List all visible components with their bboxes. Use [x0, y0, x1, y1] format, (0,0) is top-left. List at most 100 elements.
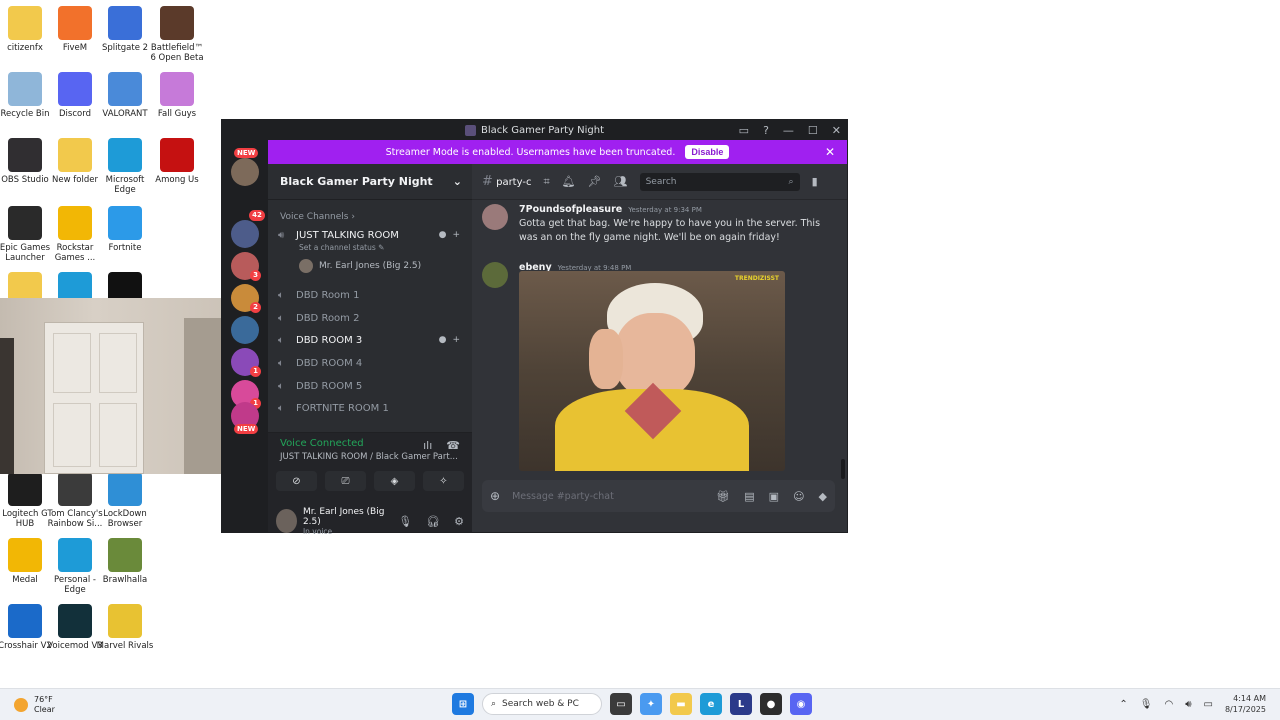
search-input[interactable]: Search ⌕ — [639, 172, 800, 191]
speaker-icon: 🔈︎ — [278, 380, 284, 392]
server-icon[interactable] — [231, 316, 259, 344]
copilot-icon[interactable]: ✦ — [640, 693, 662, 715]
desktop-shortcut[interactable]: Brawlhalla — [96, 538, 154, 585]
category-voice-channels[interactable]: Voice Channels › — [280, 212, 355, 222]
screen-share-icon[interactable]: ⎚ — [325, 471, 366, 491]
gif-icon[interactable]: ▤ — [744, 490, 754, 503]
volume-icon[interactable]: 🔊︎ — [1185, 699, 1191, 710]
minimize-button[interactable]: — — [783, 124, 794, 137]
channel-dbd-room-3[interactable]: 🔈︎ DBD ROOM 3 ● + — [278, 330, 464, 350]
clock[interactable]: 4:14 AM 8/17/2025 — [1225, 693, 1266, 715]
gif-attachment[interactable]: TRENDIZISST — [519, 271, 785, 471]
valorant-icon — [108, 72, 142, 106]
user-panel: Mr. Earl Jones (Big 2.5) In voice 🎙︎ 🎧︎ … — [268, 507, 472, 536]
members-icon[interactable]: 👥︎ — [614, 175, 628, 189]
channel-label: JUST TALKING ROOM — [296, 229, 399, 241]
streamer-mode-banner: Streamer Mode is enabled. Usernames have… — [268, 140, 847, 164]
discord-icon[interactable]: ◉ — [790, 693, 812, 715]
avatar[interactable] — [482, 204, 508, 230]
folder-icon — [58, 138, 92, 172]
channel-dbd-room-1[interactable]: 🔈︎ DBD Room 1 — [278, 285, 464, 305]
threads-icon[interactable]: ⌗ — [543, 175, 549, 189]
desktop-shortcut[interactable]: Marvel Rivals — [96, 604, 154, 651]
task-view-icon[interactable]: ▭ — [610, 693, 632, 715]
soundboard-icon[interactable]: ✧ — [423, 471, 464, 491]
desktop-shortcut[interactable]: Among Us — [148, 138, 206, 185]
close-banner-icon[interactable]: ✕ — [825, 145, 835, 159]
member-name: Mr. Earl Jones (Big 2.5) — [319, 261, 422, 271]
voice-status[interactable]: Voice Connected — [280, 438, 364, 449]
discord-icon — [58, 72, 92, 106]
message-author[interactable]: 7Poundsofpleasure — [519, 204, 622, 215]
wifi-icon[interactable]: ◠ — [1164, 699, 1173, 710]
disable-streamer-mode-button[interactable]: Disable — [685, 145, 730, 159]
close-window-button[interactable]: ✕ — [832, 124, 841, 137]
server-icon[interactable] — [231, 220, 259, 248]
activity-icon[interactable]: ◈ — [374, 471, 415, 491]
avatar[interactable] — [276, 509, 297, 533]
microphone-icon[interactable]: 🎙︎ — [1140, 699, 1153, 710]
bell-icon[interactable]: 🔔︎ — [562, 175, 576, 189]
invite-icon[interactable]: + — [452, 335, 460, 345]
apps-icon[interactable]: ◆ — [819, 490, 827, 503]
pin-icon[interactable]: 📌︎ — [588, 175, 602, 189]
invite-icon[interactable]: + — [452, 230, 460, 240]
channel-label: DBD ROOM 4 — [296, 357, 363, 369]
bookmark-icon[interactable]: ▮ — [812, 175, 818, 188]
edge-icon[interactable]: e — [700, 693, 722, 715]
chat-scrollbar[interactable] — [841, 459, 845, 479]
mention-badge: 1 — [250, 366, 261, 377]
chevron-up-icon[interactable]: ⌃ — [1119, 699, 1127, 710]
avatar[interactable] — [482, 262, 508, 288]
camera-off-icon[interactable]: ⊘ — [276, 471, 317, 491]
start-icon[interactable]: ⊞ — [452, 693, 474, 715]
channel-status-hint[interactable]: Set a channel status ✎ — [299, 243, 384, 252]
taskbar-search[interactable]: ⌕ Search web & PC — [482, 693, 602, 715]
desktop-shortcut[interactable]: VALORANT — [96, 72, 154, 119]
shortcut-label: LockDown Browser — [103, 509, 147, 529]
gear-icon[interactable]: ⚙ — [454, 515, 464, 528]
chat-icon[interactable]: ● — [439, 230, 447, 240]
channel-dbd-room-2[interactable]: 🔈︎ DBD Room 2 — [278, 308, 464, 328]
desktop-shortcut[interactable]: Splitgate 2 — [96, 6, 154, 53]
speaker-icon: 🔈︎ — [278, 289, 284, 301]
disconnect-icon[interactable]: ☎ — [446, 439, 460, 452]
voice-member[interactable]: Mr. Earl Jones (Big 2.5) — [299, 259, 421, 273]
desktop-shortcut[interactable]: Fall Guys — [148, 72, 206, 119]
fortnite-icon — [108, 206, 142, 240]
noise-suppression-icon[interactable]: ılı — [423, 439, 432, 452]
gift-icon[interactable]: 🎁︎ — [716, 490, 730, 503]
channel-label: DBD Room 2 — [296, 312, 360, 324]
server-icon[interactable] — [231, 158, 259, 186]
microphone-icon[interactable]: 🎙︎ — [398, 515, 412, 528]
file-explorer-icon[interactable]: ▬ — [670, 693, 692, 715]
server-list: NEW 42 3 2 1 1 NEW — [222, 140, 268, 532]
channel-label: DBD ROOM 3 — [296, 334, 363, 346]
voice-location[interactable]: JUST TALKING ROOM / Black Gamer Part... — [280, 452, 458, 462]
server-header[interactable]: Black Gamer Party Night ⌄ — [268, 164, 472, 200]
battery-icon[interactable]: ▭ — [1204, 699, 1213, 710]
channel-dbd-room-5[interactable]: 🔈︎ DBD ROOM 5 — [278, 376, 464, 396]
add-attachment-icon[interactable]: ⊕ — [490, 489, 500, 503]
channel-fortnite-room-1[interactable]: 🔈︎ FORTNITE ROOM 1 — [278, 398, 464, 418]
weather-widget[interactable]: 76°F Clear — [14, 695, 55, 715]
headphones-icon[interactable]: 🎧︎ — [426, 515, 440, 528]
chat-icon[interactable]: ● — [439, 335, 447, 345]
lockdown-browser-icon[interactable]: L — [730, 693, 752, 715]
desktop-shortcut[interactable]: Fortnite — [96, 206, 154, 253]
battlefield-icon — [160, 6, 194, 40]
shortcut-label: Microsoft Edge — [105, 175, 145, 195]
obs-icon[interactable]: ● — [760, 693, 782, 715]
desktop-shortcut[interactable]: Battlefield™ 6 Open Beta — [148, 6, 206, 63]
channel-just-talking-room[interactable]: 🔊︎ JUST TALKING ROOM ● + — [278, 225, 464, 245]
desktop-shortcut[interactable]: Microsoft Edge — [96, 138, 154, 195]
help-icon[interactable]: ? — [763, 124, 769, 137]
message-composer[interactable]: ⊕ Message #party-chat 🎁︎ ▤ ▣ ☺ ◆ — [482, 480, 835, 512]
inbox-icon[interactable]: ▭ — [739, 124, 749, 137]
emoji-icon[interactable]: ☺ — [793, 490, 804, 503]
maximize-button[interactable]: ☐ — [808, 124, 818, 137]
desktop-shortcut[interactable]: LockDown Browser — [96, 472, 154, 529]
sticker-icon[interactable]: ▣ — [769, 490, 779, 503]
channel-dbd-room-4[interactable]: 🔈︎ DBD ROOM 4 — [278, 353, 464, 373]
message-input[interactable]: Message #party-chat — [512, 491, 704, 502]
